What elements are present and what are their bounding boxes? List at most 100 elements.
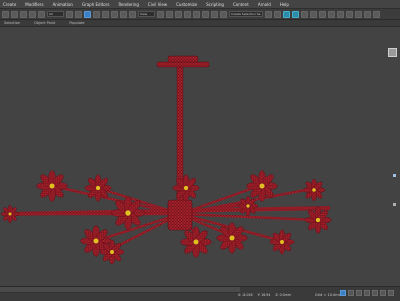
scene-explorer-icon[interactable] xyxy=(283,10,290,18)
rotate-icon[interactable] xyxy=(111,10,118,18)
render-setup-icon[interactable] xyxy=(337,10,344,18)
set-key-icon[interactable] xyxy=(348,290,354,296)
flower-lamp xyxy=(302,178,326,202)
viewport-marker-icon xyxy=(393,174,396,177)
selection-filter-dropdown[interactable]: All xyxy=(47,11,64,17)
curve-editor-icon[interactable] xyxy=(310,10,317,18)
flower-lamp xyxy=(172,174,200,202)
menu-content[interactable]: Content xyxy=(233,2,249,7)
place-icon[interactable] xyxy=(129,10,136,18)
menu-arnold[interactable]: Arnold xyxy=(258,2,271,7)
menu-help[interactable]: Help xyxy=(280,2,289,7)
flower-lamp xyxy=(0,205,20,223)
menu-customize[interactable]: Customize xyxy=(176,2,197,7)
flower-lamp xyxy=(36,170,68,202)
status-bar: X: -8.016 Y: 16.94 Z: 0.0mm Grid = 10.0m… xyxy=(0,286,400,301)
select-manipulate-icon[interactable] xyxy=(166,10,173,18)
edit-named-selection-icon[interactable] xyxy=(220,10,227,18)
zoom-icon[interactable] xyxy=(372,290,378,296)
viewport-marker-icon xyxy=(393,203,396,206)
select-by-name-icon[interactable] xyxy=(75,10,82,18)
keyboard-shortcut-icon[interactable] xyxy=(175,10,182,18)
flower-center xyxy=(93,238,99,244)
named-selection-dropdown[interactable]: Create Selection Se xyxy=(229,11,263,17)
flower-center xyxy=(315,217,321,223)
flower-center xyxy=(312,188,316,192)
time-slider[interactable] xyxy=(0,287,240,293)
flower-lamp xyxy=(237,195,259,217)
unlink-icon[interactable] xyxy=(29,10,36,18)
flower-lamp xyxy=(304,206,332,234)
menu-bar: Create Modifiers Animation Graph Editors… xyxy=(0,0,400,9)
snaps-toggle-icon[interactable] xyxy=(184,10,191,18)
link-icon[interactable] xyxy=(20,10,27,18)
undo-icon[interactable] xyxy=(2,10,9,18)
render-production-icon[interactable] xyxy=(355,10,362,18)
y-coordinate[interactable]: Y: 16.94 xyxy=(258,293,271,297)
chandelier-model xyxy=(0,55,332,265)
ribbon-tabs: Selection Object Paint Populate xyxy=(0,20,400,27)
maximize-viewport-icon[interactable] xyxy=(388,290,394,296)
flower-center xyxy=(49,183,55,189)
redo-icon[interactable] xyxy=(11,10,18,18)
flower-center xyxy=(183,185,189,191)
material-editor-icon[interactable] xyxy=(328,10,335,18)
flower-lamp xyxy=(269,229,295,255)
flower-center xyxy=(280,240,284,244)
angle-snap-icon[interactable] xyxy=(193,10,200,18)
render-in-cloud-icon[interactable] xyxy=(364,10,371,18)
align-icon[interactable] xyxy=(274,10,281,18)
pivot-center-icon[interactable] xyxy=(157,10,164,18)
menu-civil-view[interactable]: Civil View xyxy=(148,2,167,7)
menu-modifiers[interactable]: Modifiers xyxy=(25,2,43,7)
x-coordinate[interactable]: X: -8.016 xyxy=(238,293,253,297)
flower-lamp xyxy=(180,226,212,258)
menu-animation[interactable]: Animation xyxy=(53,2,73,7)
mirror-icon[interactable] xyxy=(265,10,272,18)
menu-rendering[interactable]: Rendering xyxy=(118,2,138,7)
time-config-icon[interactable] xyxy=(364,290,370,296)
grid-size: Grid = 10.0mm xyxy=(315,293,343,297)
play-icon[interactable] xyxy=(356,290,362,296)
toggle-ribbon-icon[interactable] xyxy=(301,10,308,18)
percent-snap-icon[interactable] xyxy=(202,10,209,18)
tab-selection[interactable]: Selection xyxy=(4,21,20,25)
layer-explorer-icon[interactable] xyxy=(292,10,299,18)
rendered-frame-window-icon[interactable] xyxy=(346,10,353,18)
flower-center xyxy=(259,183,265,189)
center-hub xyxy=(167,199,193,231)
viewcube-icon[interactable] xyxy=(388,48,397,57)
menu-create[interactable]: Create xyxy=(3,2,16,7)
tab-object-paint[interactable]: Object Paint xyxy=(34,21,55,25)
main-toolbar: All View Create Selection Se xyxy=(0,9,400,20)
perspective-viewport[interactable] xyxy=(0,28,400,286)
move-icon[interactable] xyxy=(102,10,109,18)
flower-center xyxy=(193,239,199,245)
flower-lamp xyxy=(84,174,112,202)
flower-lamp xyxy=(99,239,125,265)
a360-gallery-icon[interactable] xyxy=(373,10,380,18)
tab-populate[interactable]: Populate xyxy=(69,21,84,25)
ceiling-canopy xyxy=(156,55,210,68)
flower-lamp xyxy=(216,222,248,254)
menu-graph-editors[interactable]: Graph Editors xyxy=(82,2,109,7)
flower-center xyxy=(8,212,12,216)
reference-coordinate-dropdown[interactable]: View xyxy=(138,11,155,17)
window-crossing-icon[interactable] xyxy=(93,10,100,18)
scale-icon[interactable] xyxy=(120,10,127,18)
spinner-snap-icon[interactable] xyxy=(211,10,218,18)
menu-scripting[interactable]: Scripting xyxy=(206,2,224,7)
rectangular-selection-icon[interactable] xyxy=(84,10,91,18)
flower-center xyxy=(95,185,101,191)
bind-spacewarp-icon[interactable] xyxy=(38,10,45,18)
flower-lamp xyxy=(111,196,145,230)
z-coordinate[interactable]: Z: 0.0mm xyxy=(275,293,291,297)
flower-center xyxy=(125,210,131,216)
playback-controls xyxy=(340,290,396,296)
flower-center xyxy=(246,204,250,208)
schematic-view-icon[interactable] xyxy=(319,10,326,18)
flower-center xyxy=(229,235,235,241)
auto-key-icon[interactable] xyxy=(340,290,346,296)
orbit-icon[interactable] xyxy=(380,290,386,296)
select-object-icon[interactable] xyxy=(66,10,73,18)
